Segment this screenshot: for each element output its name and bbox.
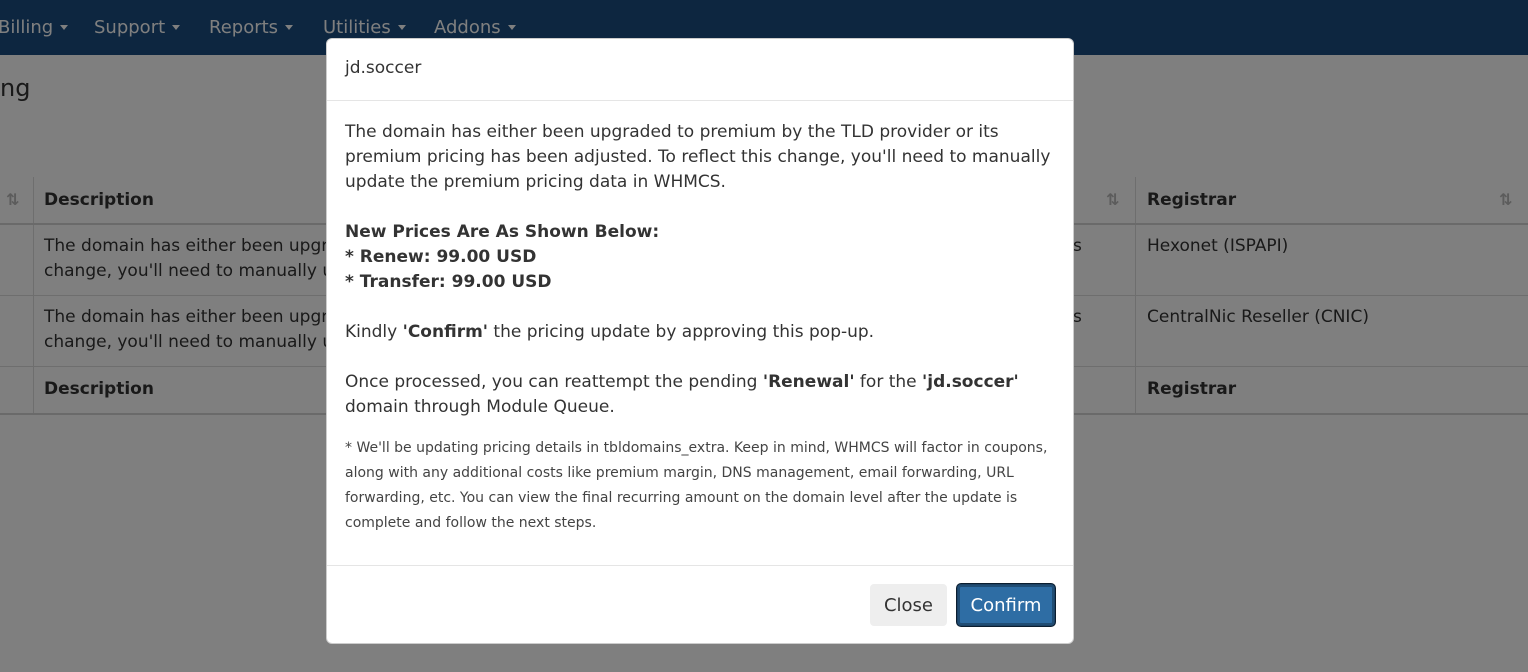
modal-header: jd.soccer — [327, 39, 1073, 101]
modal-body: The domain has either been upgraded to p… — [345, 120, 1057, 536]
close-button[interactable]: Close — [870, 584, 947, 626]
pricing-note: * We'll be updating pricing details in t… — [345, 440, 1048, 531]
renewal-emphasis: 'Renewal' — [762, 372, 855, 392]
modal-title: jd.soccer — [345, 58, 422, 78]
modal-footer: Close Confirm — [327, 565, 1073, 644]
premium-pricing-modal: jd.soccer The domain has either been upg… — [326, 38, 1074, 644]
instruction-text: Once processed, you can reattempt the pe… — [345, 372, 763, 392]
instruction-text: Kindly — [345, 322, 403, 342]
new-prices-block: New Prices Are As Shown Below: * Renew: … — [345, 220, 1057, 295]
prices-heading: New Prices Are As Shown Below: — [345, 222, 660, 242]
instruction-text: the pricing update by approving this pop… — [488, 322, 875, 342]
transfer-price: * Transfer: 99.00 USD — [345, 272, 552, 292]
confirm-emphasis: 'Confirm' — [402, 322, 488, 342]
confirm-button[interactable]: Confirm — [957, 584, 1055, 626]
instruction-text: for the — [854, 372, 923, 392]
instruction-text: domain through Module Queue. — [345, 397, 615, 417]
modal-intro: The domain has either been upgraded to p… — [345, 122, 1051, 192]
domain-emphasis: 'jd.soccer' — [922, 372, 1019, 392]
confirm-instruction: Kindly 'Confirm' the pricing update by a… — [345, 320, 1057, 345]
renew-price: * Renew: 99.00 USD — [345, 247, 537, 267]
renewal-instruction: Once processed, you can reattempt the pe… — [345, 370, 1057, 420]
